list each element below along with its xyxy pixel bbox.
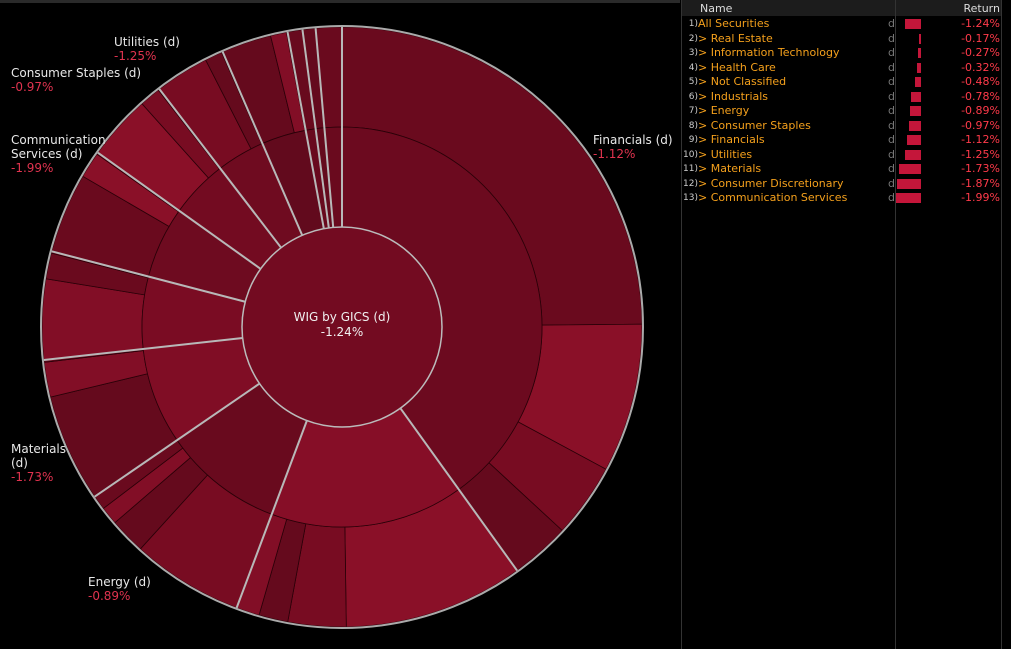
- table-header: Name Return: [682, 0, 1002, 16]
- row-index: 4): [688, 62, 698, 73]
- return-bar: [895, 193, 921, 203]
- row-flag: d: [888, 46, 895, 59]
- row-name[interactable]: > Real Estate: [698, 32, 773, 46]
- row-flag: d: [888, 162, 895, 175]
- row-return: -0.27%: [961, 46, 1000, 59]
- row-return: -0.78%: [961, 89, 1000, 103]
- row-flag: d: [888, 31, 895, 45]
- return-bar: [914, 77, 921, 87]
- row-return: -1.12%: [961, 133, 1000, 146]
- row-return: -0.48%: [961, 75, 1000, 88]
- table-row[interactable]: 12) > Consumer Discretionary d -1.87%: [682, 177, 1002, 191]
- row-return: -0.89%: [961, 104, 1000, 117]
- row-flag: d: [888, 89, 895, 103]
- table-row[interactable]: 2) > Real Estate d -0.17%: [682, 32, 1002, 46]
- chart-total-return: -1.24%: [320, 325, 364, 339]
- chart-title: WIG by GICS (d): [293, 310, 391, 324]
- row-name[interactable]: > Consumer Staples: [698, 119, 811, 133]
- return-bar: [918, 33, 921, 44]
- row-return: -1.87%: [961, 176, 1000, 190]
- return-bar: [911, 91, 921, 102]
- row-index: 13): [683, 193, 698, 203]
- row-name[interactable]: > Materials: [698, 162, 761, 176]
- securities-table: Name Return 1) All Securities d -1.24% 2)…: [681, 0, 1011, 649]
- row-name[interactable]: > Utilities: [698, 148, 752, 162]
- return-bar: [917, 48, 921, 58]
- row-return: -1.25%: [961, 147, 1000, 161]
- return-bar: [897, 178, 921, 189]
- table-row[interactable]: 7) > Energy d -0.89%: [682, 104, 1002, 118]
- row-name[interactable]: > Information Technology: [698, 46, 840, 60]
- table-row[interactable]: 5) > Not Classified d -0.48%: [682, 75, 1002, 89]
- row-name[interactable]: All Securities: [698, 17, 769, 31]
- table-row[interactable]: 11) > Materials d -1.73%: [682, 162, 1002, 176]
- row-index: 7): [688, 106, 698, 116]
- table-row[interactable]: 9) > Financials d -1.12%: [682, 133, 1002, 147]
- row-return: -0.97%: [961, 118, 1000, 132]
- row-index: 8): [688, 120, 698, 131]
- row-index: 10): [683, 149, 698, 160]
- row-return: -1.99%: [961, 191, 1000, 204]
- row-index: 12): [683, 178, 698, 189]
- label-financials[interactable]: Financials (d) -1.12%: [593, 133, 673, 161]
- table-row[interactable]: 4) > Health Care d -0.32%: [682, 61, 1002, 75]
- label-materials[interactable]: Materials (d) -1.73%: [11, 442, 71, 484]
- row-flag: d: [888, 176, 895, 190]
- row-flag: d: [888, 17, 895, 30]
- row-index: 9): [688, 135, 698, 145]
- row-name[interactable]: > Consumer Discretionary: [698, 177, 844, 191]
- row-name[interactable]: > Energy: [698, 104, 749, 118]
- row-return: -1.73%: [961, 162, 1000, 175]
- table-row[interactable]: 3) > Information Technology d -0.27%: [682, 46, 1002, 60]
- label-utilities[interactable]: Utilities (d) -1.25%: [114, 35, 180, 63]
- row-name[interactable]: > Financials: [698, 133, 765, 147]
- row-index: 1): [688, 19, 698, 29]
- return-bar: [909, 106, 921, 116]
- return-bar: [905, 149, 921, 160]
- return-bar: [908, 120, 921, 131]
- label-energy[interactable]: Energy (d) -0.89%: [88, 575, 151, 603]
- row-index: 5): [688, 77, 698, 87]
- return-bar: [905, 19, 921, 29]
- label-communication-services[interactable]: Communication Services (d) -1.99%: [11, 133, 106, 175]
- row-flag: d: [888, 104, 895, 117]
- row-return: -0.32%: [961, 60, 1000, 74]
- row-return: -1.24%: [961, 17, 1000, 30]
- row-index: 2): [688, 33, 698, 44]
- return-bar: [899, 164, 921, 174]
- table-row[interactable]: 10) > Utilities d -1.25%: [682, 148, 1002, 162]
- table-row[interactable]: 8) > Consumer Staples d -0.97%: [682, 119, 1002, 133]
- row-index: 6): [688, 91, 698, 102]
- row-return: -0.17%: [961, 31, 1000, 45]
- row-name[interactable]: > Communication Services: [698, 191, 847, 205]
- row-flag: d: [888, 191, 895, 204]
- table-row[interactable]: 13) > Communication Services d -1.99%: [682, 191, 1002, 205]
- row-index: 11): [683, 164, 698, 174]
- row-flag: d: [888, 75, 895, 88]
- row-flag: d: [888, 133, 895, 146]
- row-flag: d: [888, 60, 895, 74]
- return-bar: [916, 62, 921, 73]
- table-row[interactable]: 6) > Industrials d -0.78%: [682, 90, 1002, 104]
- table-row[interactable]: 1) All Securities d -1.24%: [682, 17, 1002, 31]
- column-header-name[interactable]: Name: [700, 2, 732, 15]
- label-consumer-staples[interactable]: Consumer Staples (d) -0.97%: [11, 66, 141, 94]
- row-name[interactable]: > Not Classified: [698, 75, 786, 89]
- chart-center-label[interactable]: WIG by GICS (d) -1.24%: [262, 310, 422, 340]
- return-bar: [906, 135, 921, 145]
- column-header-return[interactable]: Return: [963, 2, 1000, 15]
- row-name[interactable]: > Industrials: [698, 90, 768, 104]
- row-name[interactable]: > Health Care: [698, 61, 776, 75]
- row-flag: d: [888, 118, 895, 132]
- row-flag: d: [888, 147, 895, 161]
- row-index: 3): [688, 48, 698, 58]
